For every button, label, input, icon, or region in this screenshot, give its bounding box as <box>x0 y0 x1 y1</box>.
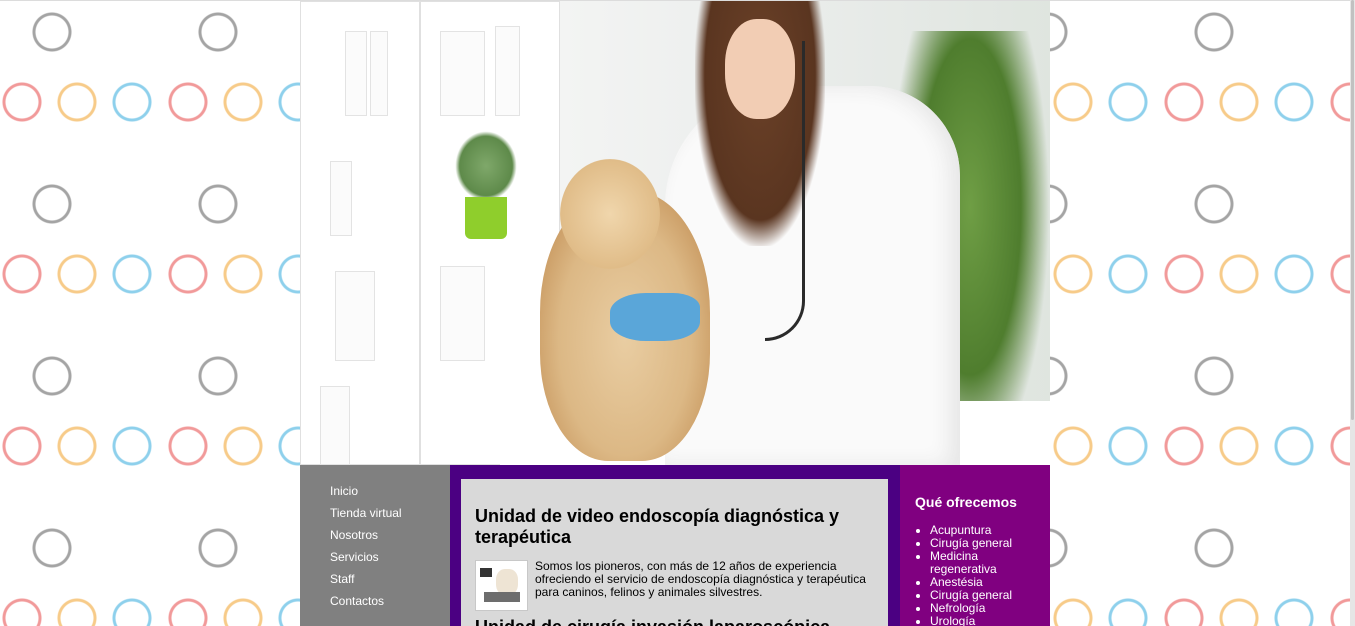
hero-image <box>300 1 1050 465</box>
small-plant <box>455 131 517 201</box>
scrollbar-thumb[interactable] <box>1351 0 1354 420</box>
book <box>370 31 388 116</box>
endoscopy-thumbnail <box>475 560 528 611</box>
nav-item-tienda-virtual[interactable]: Tienda virtual <box>330 502 450 524</box>
stethoscope <box>765 41 805 341</box>
nav-item-nosotros[interactable]: Nosotros <box>330 524 450 546</box>
service-item: Urología <box>930 615 1042 626</box>
nav-item-servicios[interactable]: Servicios <box>330 546 450 568</box>
book <box>335 271 375 361</box>
article-body: Somos los pioneros, con más de 12 años d… <box>475 560 874 611</box>
book <box>330 161 352 236</box>
book <box>495 26 520 116</box>
nav-item-inicio[interactable]: Inicio <box>330 480 450 502</box>
article-title: Unidad de video endoscopía diagnóstica y… <box>475 506 840 547</box>
monitor-shape <box>480 568 492 577</box>
article-title-2: Unidad de cirugía invasión laparoscópica <box>475 617 874 626</box>
services-title: Qué ofrecemos <box>915 494 1017 510</box>
vet-glove <box>610 293 700 341</box>
article-text: Somos los pioneros, con más de 12 años d… <box>535 559 866 599</box>
service-item: Medicina regenerativa <box>930 550 1042 576</box>
nav-item-staff[interactable]: Staff <box>330 568 450 590</box>
dog-head <box>560 159 660 269</box>
book <box>440 31 485 116</box>
side-nav: Inicio Tienda virtual Nosotros Servicios… <box>300 465 450 626</box>
book <box>440 266 485 361</box>
services-list: Acupuntura Cirugía general Medicina rege… <box>915 524 1050 626</box>
book <box>320 386 350 465</box>
page-container: Inicio Tienda virtual Nosotros Servicios… <box>300 1 1050 626</box>
plant-pot <box>465 197 507 239</box>
main-content: Unidad de video endoscopía diagnóstica y… <box>450 465 900 626</box>
services-sidebar: Qué ofrecemos Acupuntura Cirugía general… <box>900 465 1050 626</box>
scale-shape <box>484 592 520 602</box>
article-panel: Unidad de video endoscopía diagnóstica y… <box>461 479 888 626</box>
book <box>345 31 367 116</box>
nav-item-contactos[interactable]: Contactos <box>330 590 450 612</box>
page-scrollbar[interactable] <box>1350 0 1355 626</box>
